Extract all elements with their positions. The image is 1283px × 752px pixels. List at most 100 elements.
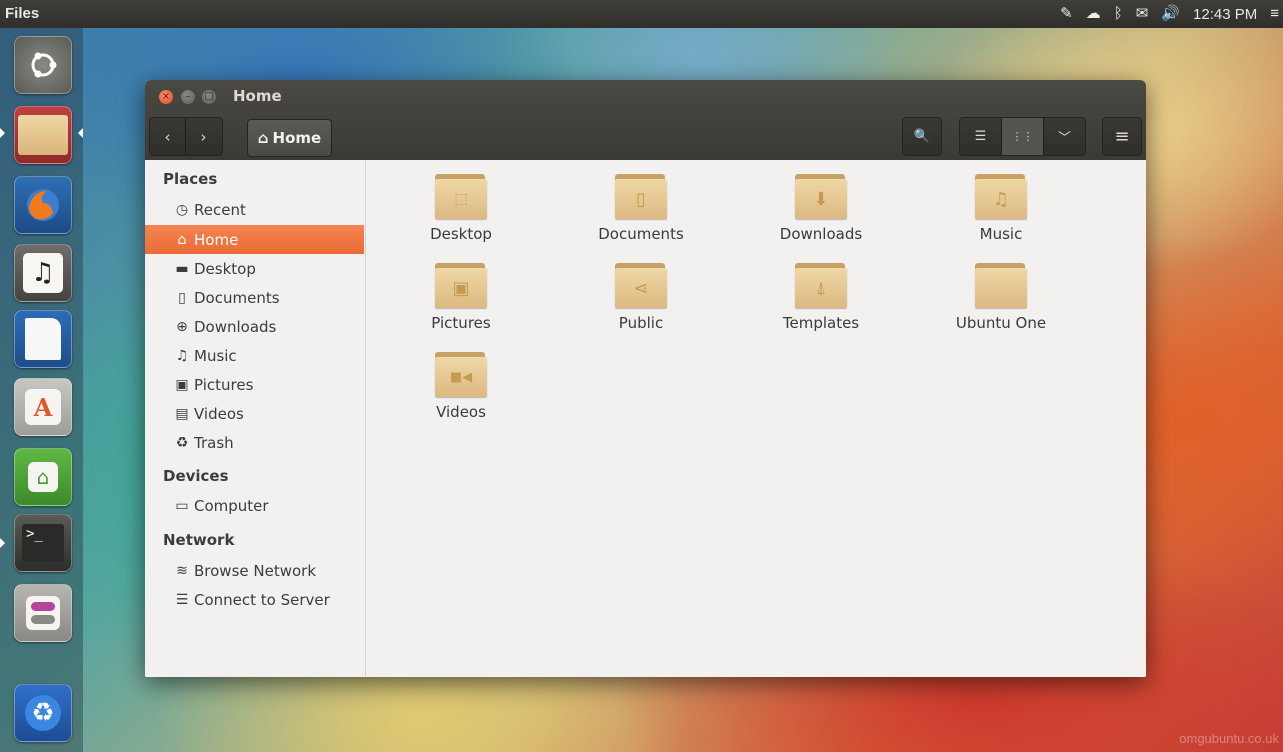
network-heading: Network bbox=[163, 531, 235, 549]
history-nav: ‹ › bbox=[149, 117, 223, 156]
folder-icon: ■◀ bbox=[435, 352, 487, 398]
file-label: Music bbox=[979, 225, 1023, 243]
back-button[interactable]: ‹ bbox=[150, 118, 185, 155]
chevron-left-icon: ‹ bbox=[164, 127, 171, 146]
close-icon[interactable]: × bbox=[159, 90, 173, 104]
folder-emblem: ⍋ bbox=[815, 277, 827, 299]
folder-icon: ▣ bbox=[435, 263, 487, 309]
files-icon[interactable] bbox=[14, 106, 72, 164]
update-manager-icon[interactable]: ⌂ bbox=[14, 448, 72, 506]
folder-icon: ▯ bbox=[615, 174, 667, 220]
folder-emblem: ⋖ bbox=[633, 277, 649, 299]
file-label: Templates bbox=[782, 314, 860, 332]
panel-app-title[interactable]: Files bbox=[5, 5, 39, 22]
folder-emblem: ▣ bbox=[452, 277, 470, 299]
file-label: Documents bbox=[598, 225, 684, 243]
sidebar-item-music[interactable]: ♫ Music bbox=[145, 341, 364, 370]
window-title: Home bbox=[233, 87, 282, 105]
sidebar-item-desktop[interactable]: ▬ Desktop bbox=[145, 254, 364, 283]
list-icon: ☰ bbox=[974, 129, 987, 144]
sidebar-item-browse-network[interactable]: ≋ Browse Network bbox=[145, 556, 364, 585]
view-switcher: ☰ ⋮⋮ ﹀ bbox=[959, 117, 1086, 156]
bluetooth-icon[interactable]: ᛒ bbox=[1114, 0, 1123, 28]
hamburger-menu-icon: ≡ bbox=[1114, 126, 1130, 147]
rhythmbox-icon[interactable]: ♫ bbox=[14, 244, 72, 302]
sidebar-item-label: Browse Network bbox=[194, 561, 317, 580]
sidebar-item-home[interactable]: ⌂ Home bbox=[145, 225, 364, 254]
sidebar-item-videos[interactable]: ▤ Videos bbox=[145, 399, 364, 428]
software-center-icon[interactable]: A bbox=[14, 378, 72, 436]
folder-icon: ⍋ bbox=[795, 263, 847, 309]
sidebar-item-pictures[interactable]: ▣ Pictures bbox=[145, 370, 364, 399]
trash-icon: ♻ bbox=[175, 434, 189, 451]
grid-view-button[interactable]: ⋮⋮ bbox=[1002, 118, 1043, 155]
folder-emblem: ■◀ bbox=[449, 369, 473, 385]
folder-downloads[interactable]: ⬇ Downloads bbox=[746, 174, 896, 256]
search-button[interactable]: 🔍 bbox=[903, 118, 941, 155]
folder-emblem: ♫ bbox=[992, 188, 1010, 210]
list-view-button[interactable]: ☰ bbox=[960, 118, 1001, 155]
system-settings-icon[interactable] bbox=[14, 584, 72, 642]
search-button-group: 🔍 bbox=[902, 117, 942, 156]
folder-music[interactable]: ♫ Music bbox=[926, 174, 1076, 256]
sidebar-item-label: Home bbox=[194, 230, 239, 249]
desktop-icon: ▬ bbox=[175, 260, 189, 277]
sidebar-item-computer[interactable]: ▭ Computer bbox=[145, 491, 364, 520]
sidebar-item-connect-server[interactable]: ☰ Connect to Server bbox=[145, 585, 364, 614]
minimize-icon[interactable]: – bbox=[181, 90, 195, 104]
folder-ubuntu-one[interactable]: Ubuntu One bbox=[926, 263, 1076, 345]
file-label: Ubuntu One bbox=[955, 314, 1047, 332]
sidebar-item-label: Videos bbox=[194, 404, 244, 423]
computer-icon: ▭ bbox=[175, 497, 189, 514]
folder-videos[interactable]: ■◀ Videos bbox=[386, 352, 536, 434]
cloud-icon[interactable]: ☁ bbox=[1086, 0, 1101, 28]
folder-public[interactable]: ⋖ Public bbox=[566, 263, 716, 345]
sidebar-item-recent[interactable]: ◷ Recent bbox=[145, 195, 364, 224]
clock[interactable]: 12:43 PM bbox=[1193, 6, 1257, 23]
folder-templates[interactable]: ⍋ Templates bbox=[746, 263, 896, 345]
sidebar-item-trash[interactable]: ♻ Trash bbox=[145, 428, 364, 457]
menu-button-group: ≡ bbox=[1102, 117, 1142, 156]
session-menu-icon[interactable]: ≡ bbox=[1270, 0, 1279, 28]
firefox-icon[interactable] bbox=[14, 176, 72, 234]
chevron-right-icon: › bbox=[200, 127, 207, 146]
folder-emblem: ⬚ bbox=[454, 191, 468, 207]
devices-heading: Devices bbox=[163, 467, 229, 485]
home-icon: ⌂ bbox=[177, 231, 187, 248]
sidebar: Places ◷ Recent ⌂ Home ▬ Desktop ▯ Documents… bbox=[145, 160, 366, 677]
home-icon: ⌂ bbox=[257, 129, 269, 147]
libreoffice-icon[interactable] bbox=[14, 310, 72, 368]
volume-icon[interactable]: 🔊 bbox=[1161, 0, 1180, 28]
folder-documents[interactable]: ▯ Documents bbox=[566, 174, 716, 256]
sidebar-item-documents[interactable]: ▯ Documents bbox=[145, 283, 364, 312]
folder-emblem: ▯ bbox=[636, 188, 646, 210]
file-label: Pictures bbox=[431, 314, 491, 332]
sidebar-item-label: Desktop bbox=[194, 259, 256, 278]
view-options-button[interactable]: ﹀ bbox=[1044, 118, 1085, 155]
sidebar-item-label: Trash bbox=[194, 433, 234, 452]
sidebar-item-downloads[interactable]: ⊕ Downloads bbox=[145, 312, 364, 341]
sidebar-item-label: Connect to Server bbox=[194, 590, 330, 609]
chevron-down-icon: ﹀ bbox=[1057, 131, 1071, 146]
icon-view: ⬚ Desktop ▯ Documents ⬇ Downloads ♫ Musi… bbox=[366, 160, 1146, 677]
folder-icon bbox=[975, 263, 1027, 309]
terminal-icon[interactable]: >_ bbox=[14, 514, 72, 572]
ubuntu-dash-icon[interactable] bbox=[14, 36, 72, 94]
download-icon: ⊕ bbox=[176, 318, 188, 335]
pictures-icon: ▣ bbox=[175, 376, 189, 393]
maximize-icon[interactable]: □ bbox=[202, 90, 216, 104]
binoculars-icon: 🔍 bbox=[913, 129, 931, 144]
file-label: Downloads bbox=[779, 225, 863, 243]
video-icon: ▤ bbox=[175, 405, 189, 422]
path-bar-home[interactable]: ⌂ Home bbox=[247, 119, 332, 157]
menu-button[interactable]: ≡ bbox=[1103, 118, 1141, 155]
forward-button[interactable]: › bbox=[186, 118, 221, 155]
mail-icon[interactable]: ✉ bbox=[1136, 0, 1149, 28]
trash-icon[interactable]: ♻ bbox=[14, 684, 72, 742]
folder-pictures[interactable]: ▣ Pictures bbox=[386, 263, 536, 345]
document-icon: ▯ bbox=[178, 289, 186, 306]
pen-icon[interactable]: ✎ bbox=[1060, 0, 1073, 28]
folder-desktop[interactable]: ⬚ Desktop bbox=[386, 174, 536, 256]
clock-icon: ◷ bbox=[175, 201, 189, 218]
top-panel: Files ✎ ☁ ᛒ ✉ 🔊 12:43 PM ≡ bbox=[0, 0, 1283, 28]
